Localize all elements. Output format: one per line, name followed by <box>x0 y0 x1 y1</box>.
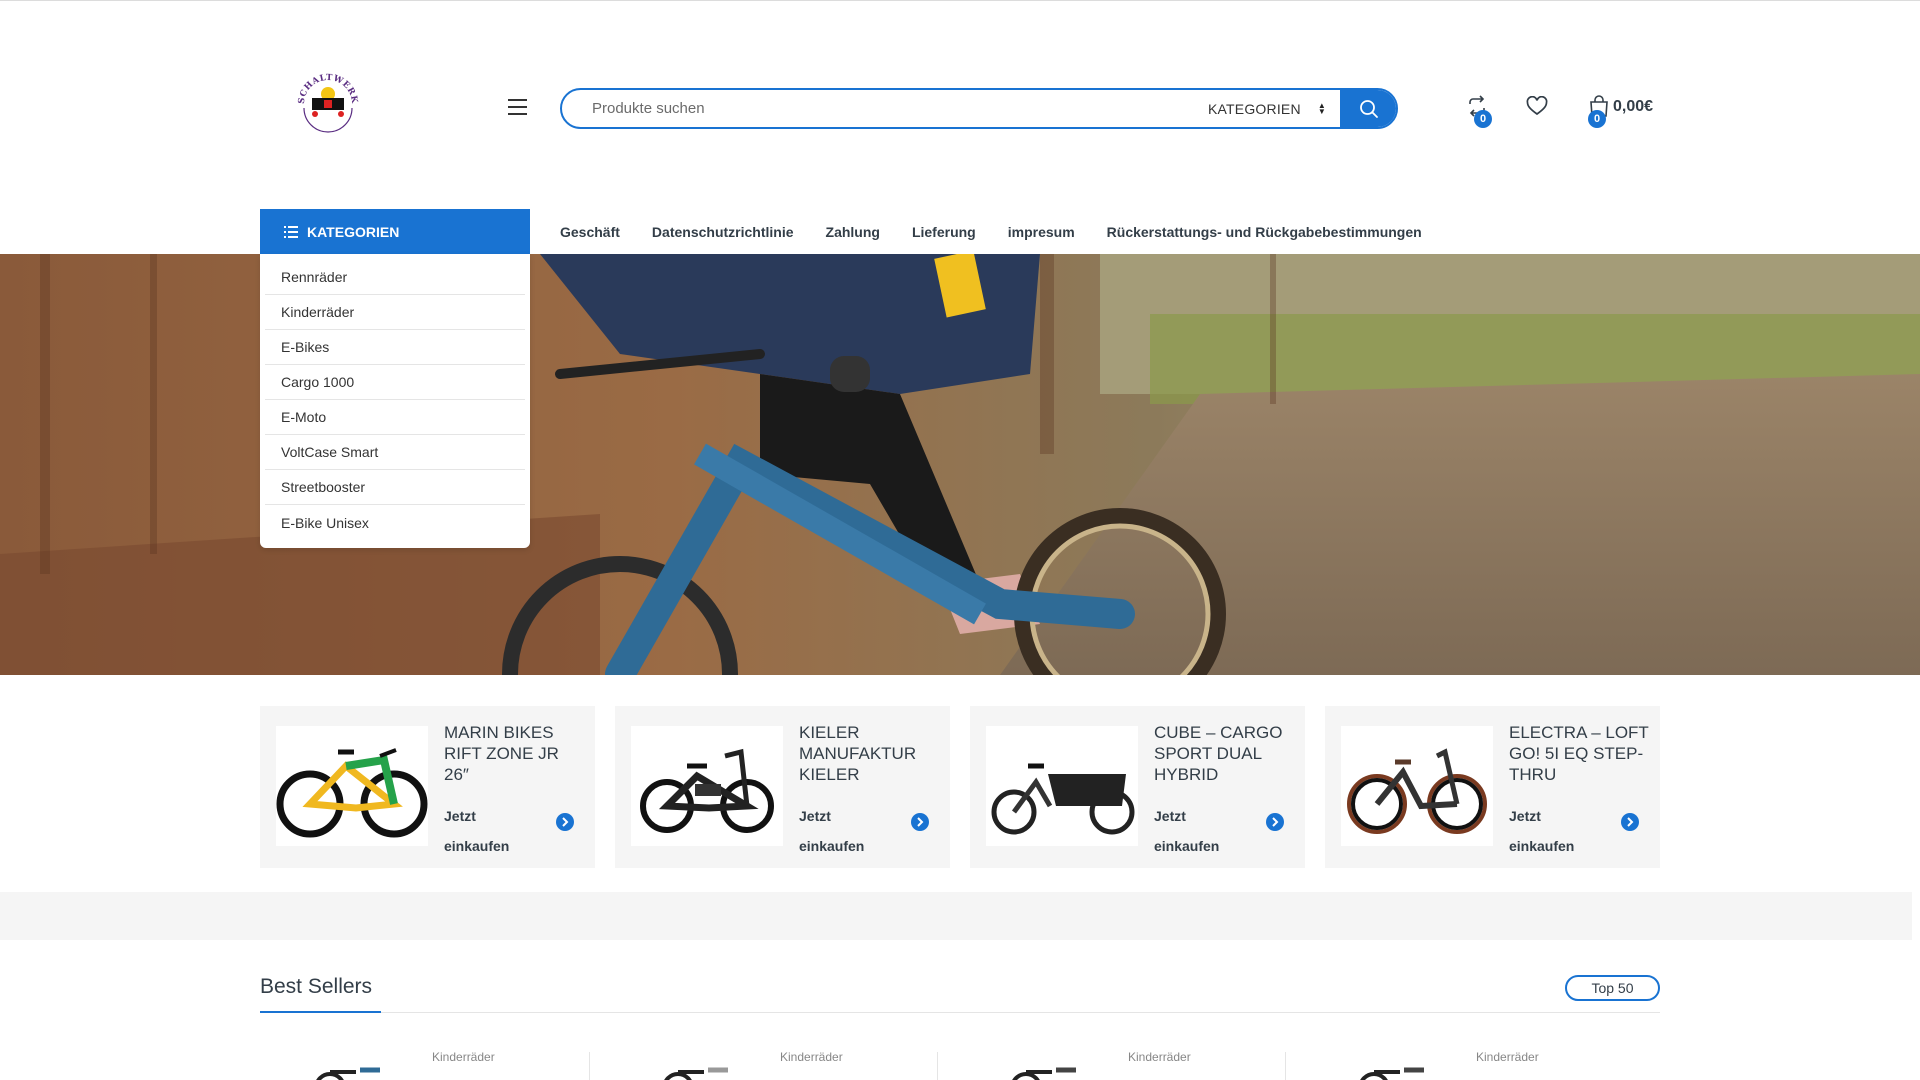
promo-title[interactable]: ELECTRA – LOFT GO! 5I EQ STEP-THRU <box>1509 722 1649 785</box>
mountain-bike-image <box>276 748 428 838</box>
search-icon <box>1360 99 1378 118</box>
category-item[interactable]: VoltCase Smart <box>265 435 525 470</box>
section-underline <box>260 1012 1660 1013</box>
search-button[interactable] <box>1340 90 1396 127</box>
select-arrows-icon: ▲ ▼ <box>1317 100 1326 116</box>
cargo-bike-image <box>991 763 1135 835</box>
active-tab-underline <box>260 1011 381 1013</box>
shop-now-link[interactable]: Jetzt einkaufen <box>1509 801 1579 861</box>
product-card[interactable]: Kinderräder <box>956 1040 1286 1080</box>
wishlist-button[interactable] <box>1526 95 1548 121</box>
cart-button[interactable]: 0 <box>1588 95 1610 128</box>
promo-title[interactable]: KIELER MANUFAKTUR KIELER <box>799 722 939 785</box>
category-item[interactable]: Streetbooster <box>265 470 525 505</box>
product-category[interactable]: Kinderräder <box>432 1050 495 1064</box>
product-category[interactable]: Kinderräder <box>780 1050 843 1064</box>
product-category[interactable]: Kinderräder <box>1476 1050 1539 1064</box>
category-item[interactable]: E-Bikes <box>265 330 525 365</box>
nav-link-delivery[interactable]: Lieferung <box>912 224 976 240</box>
promo-card[interactable]: KIELER MANUFAKTUR KIELER Jetzt einkaufen <box>615 706 950 868</box>
nav-link-returns[interactable]: Rückerstattungs- und Rückgabebestimmunge… <box>1107 224 1422 240</box>
nav-link-privacy[interactable]: Datenschutzrichtlinie <box>652 224 794 240</box>
product-image <box>316 1067 380 1080</box>
search-bar: KATEGORIEN ▲▼ <box>560 88 1398 129</box>
category-item[interactable]: E-Bike Unisex <box>265 505 525 540</box>
product-category[interactable]: Kinderräder <box>1128 1050 1191 1064</box>
chevron-right-icon[interactable] <box>911 813 929 831</box>
product-card[interactable]: Kinderräder <box>608 1040 938 1080</box>
compare-count-badge: 0 <box>1474 110 1492 128</box>
category-menu: Rennräder Kinderräder E-Bikes Cargo 1000… <box>260 254 530 548</box>
product-card[interactable]: Kinderräder <box>1304 1040 1634 1080</box>
search-input[interactable] <box>562 90 1190 127</box>
promo-image[interactable] <box>276 726 428 846</box>
e-bike-image <box>640 748 774 833</box>
tab-top-50[interactable]: Top 50 <box>1565 975 1660 1001</box>
product-divider <box>1285 1052 1286 1080</box>
site-logo[interactable]: SCHALTWERKFAHRRAD <box>285 57 366 140</box>
product-card[interactable]: Kinderräder <box>260 1040 590 1080</box>
main-nav: Geschäft Datenschutzrichtlinie Zahlung L… <box>560 209 1454 254</box>
category-item[interactable]: E-Moto <box>265 400 525 435</box>
shop-now-link[interactable]: Jetzt einkaufen <box>1154 801 1224 861</box>
cart-count-badge: 0 <box>1588 110 1606 128</box>
product-divider <box>937 1052 938 1080</box>
nav-link-shop[interactable]: Geschäft <box>560 224 620 240</box>
category-item[interactable]: Rennräder <box>265 260 525 295</box>
product-image <box>664 1067 728 1080</box>
category-select-label: KATEGORIEN <box>1208 100 1301 117</box>
category-item[interactable]: Kinderräder <box>265 295 525 330</box>
compare-button[interactable]: 0 <box>1466 95 1492 128</box>
promo-title[interactable]: CUBE – CARGO SPORT DUAL HYBRID <box>1154 722 1294 785</box>
promo-card[interactable]: CUBE – CARGO SPORT DUAL HYBRID Jetzt ein… <box>970 706 1305 868</box>
best-sellers-title: Best Sellers <box>260 975 373 998</box>
promo-cards: MARIN BIKES RIFT ZONE JR 26″ Jetzt einka… <box>260 706 1660 868</box>
categories-label: KATEGORIEN <box>307 223 400 240</box>
logo-emblem: SCHALTWERKFAHRRAD <box>285 57 359 133</box>
menu-toggle-icon[interactable] <box>508 99 529 117</box>
product-divider <box>589 1052 590 1080</box>
product-image <box>1360 1067 1424 1080</box>
chevron-right-icon[interactable] <box>1621 813 1639 831</box>
promo-title[interactable]: MARIN BIKES RIFT ZONE JR 26″ <box>444 722 584 785</box>
promo-card[interactable]: ELECTRA – LOFT GO! 5I EQ STEP-THRU Jetzt… <box>1325 706 1660 868</box>
top-border <box>0 0 1920 1</box>
shop-now-link[interactable]: Jetzt einkaufen <box>799 801 869 861</box>
cart-total[interactable]: 0,00€ <box>1613 98 1653 116</box>
categories-toggle[interactable]: KATEGORIEN <box>260 209 530 254</box>
promo-image[interactable] <box>986 726 1138 846</box>
shop-now-link[interactable]: Jetzt einkaufen <box>444 801 514 861</box>
promo-image[interactable] <box>631 726 783 846</box>
chevron-right-icon[interactable] <box>556 813 574 831</box>
heart-icon <box>1526 95 1548 116</box>
chevron-right-icon[interactable] <box>1266 813 1284 831</box>
section-divider-band <box>0 892 1912 940</box>
category-select[interactable]: KATEGORIEN ▲ ▼ <box>1190 90 1340 127</box>
list-icon <box>284 225 298 238</box>
product-image <box>1012 1067 1076 1080</box>
city-bike-image <box>1347 748 1487 834</box>
category-item[interactable]: Cargo 1000 <box>265 365 525 400</box>
nav-link-payment[interactable]: Zahlung <box>826 224 880 240</box>
nav-link-imprint[interactable]: impresum <box>1008 224 1075 240</box>
promo-image[interactable] <box>1341 726 1493 846</box>
promo-card[interactable]: MARIN BIKES RIFT ZONE JR 26″ Jetzt einka… <box>260 706 595 868</box>
